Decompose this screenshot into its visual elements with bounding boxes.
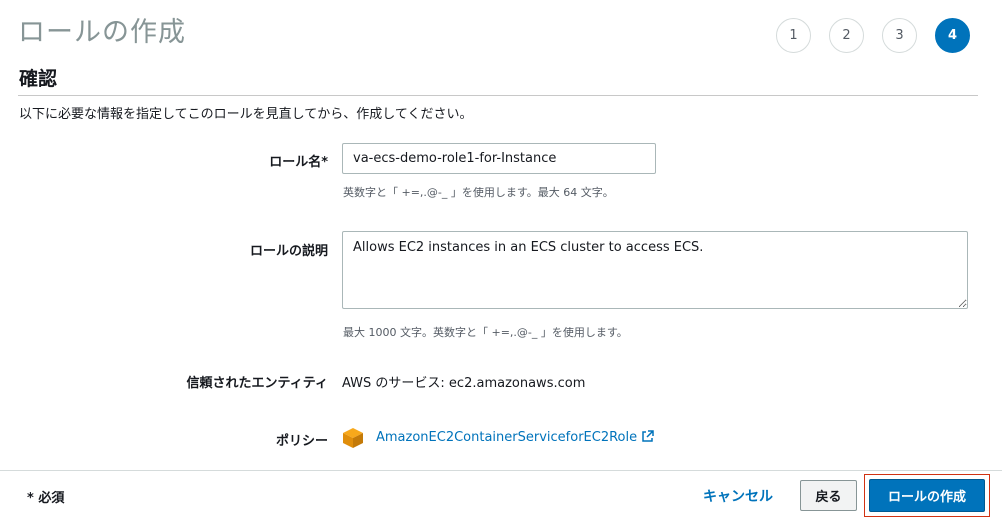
aws-policy-cube-icon: [343, 428, 363, 448]
intro-text: 以下に必要な情報を指定してこのロールを見直してから、作成してください。: [19, 107, 473, 122]
policy-label: ポリシー: [275, 434, 328, 449]
wizard-steps: 1 2 3 4: [776, 18, 970, 53]
role-name-hint: 英数字と「 +=,.@-_ 」を使用します。最大 64 文字。: [343, 186, 614, 199]
role-name-label: ロール名*: [269, 155, 328, 170]
external-link-icon: [642, 430, 654, 442]
page-title: ロールの作成: [18, 17, 186, 48]
step-1[interactable]: 1: [776, 18, 811, 53]
trusted-entity-value: AWS のサービス: ec2.amazonaws.com: [342, 376, 586, 391]
create-role-button[interactable]: ロールの作成: [869, 479, 985, 512]
section-divider: [18, 95, 978, 96]
cancel-button[interactable]: キャンセル: [703, 486, 773, 506]
trusted-entity-label: 信頼されたエンティティ: [186, 376, 328, 391]
policy-link-text: AmazonEC2ContainerServiceforEC2Role: [376, 430, 638, 445]
step-3[interactable]: 3: [882, 18, 917, 53]
section-title: 確認: [19, 68, 58, 90]
role-name-input[interactable]: [342, 143, 656, 174]
footer-divider: [0, 470, 1002, 471]
role-description-textarea[interactable]: Allows EC2 instances in an ECS cluster t…: [342, 231, 968, 309]
required-note: * 必須: [27, 491, 65, 506]
back-button[interactable]: 戻る: [800, 480, 857, 511]
policy-link[interactable]: AmazonEC2ContainerServiceforEC2Role: [376, 430, 654, 445]
step-4-active: 4: [935, 18, 970, 53]
role-description-hint: 最大 1000 文字。英数字と「 +=,.@-_ 」を使用します。: [343, 326, 628, 339]
step-2[interactable]: 2: [829, 18, 864, 53]
role-description-label: ロールの説明: [249, 244, 328, 259]
